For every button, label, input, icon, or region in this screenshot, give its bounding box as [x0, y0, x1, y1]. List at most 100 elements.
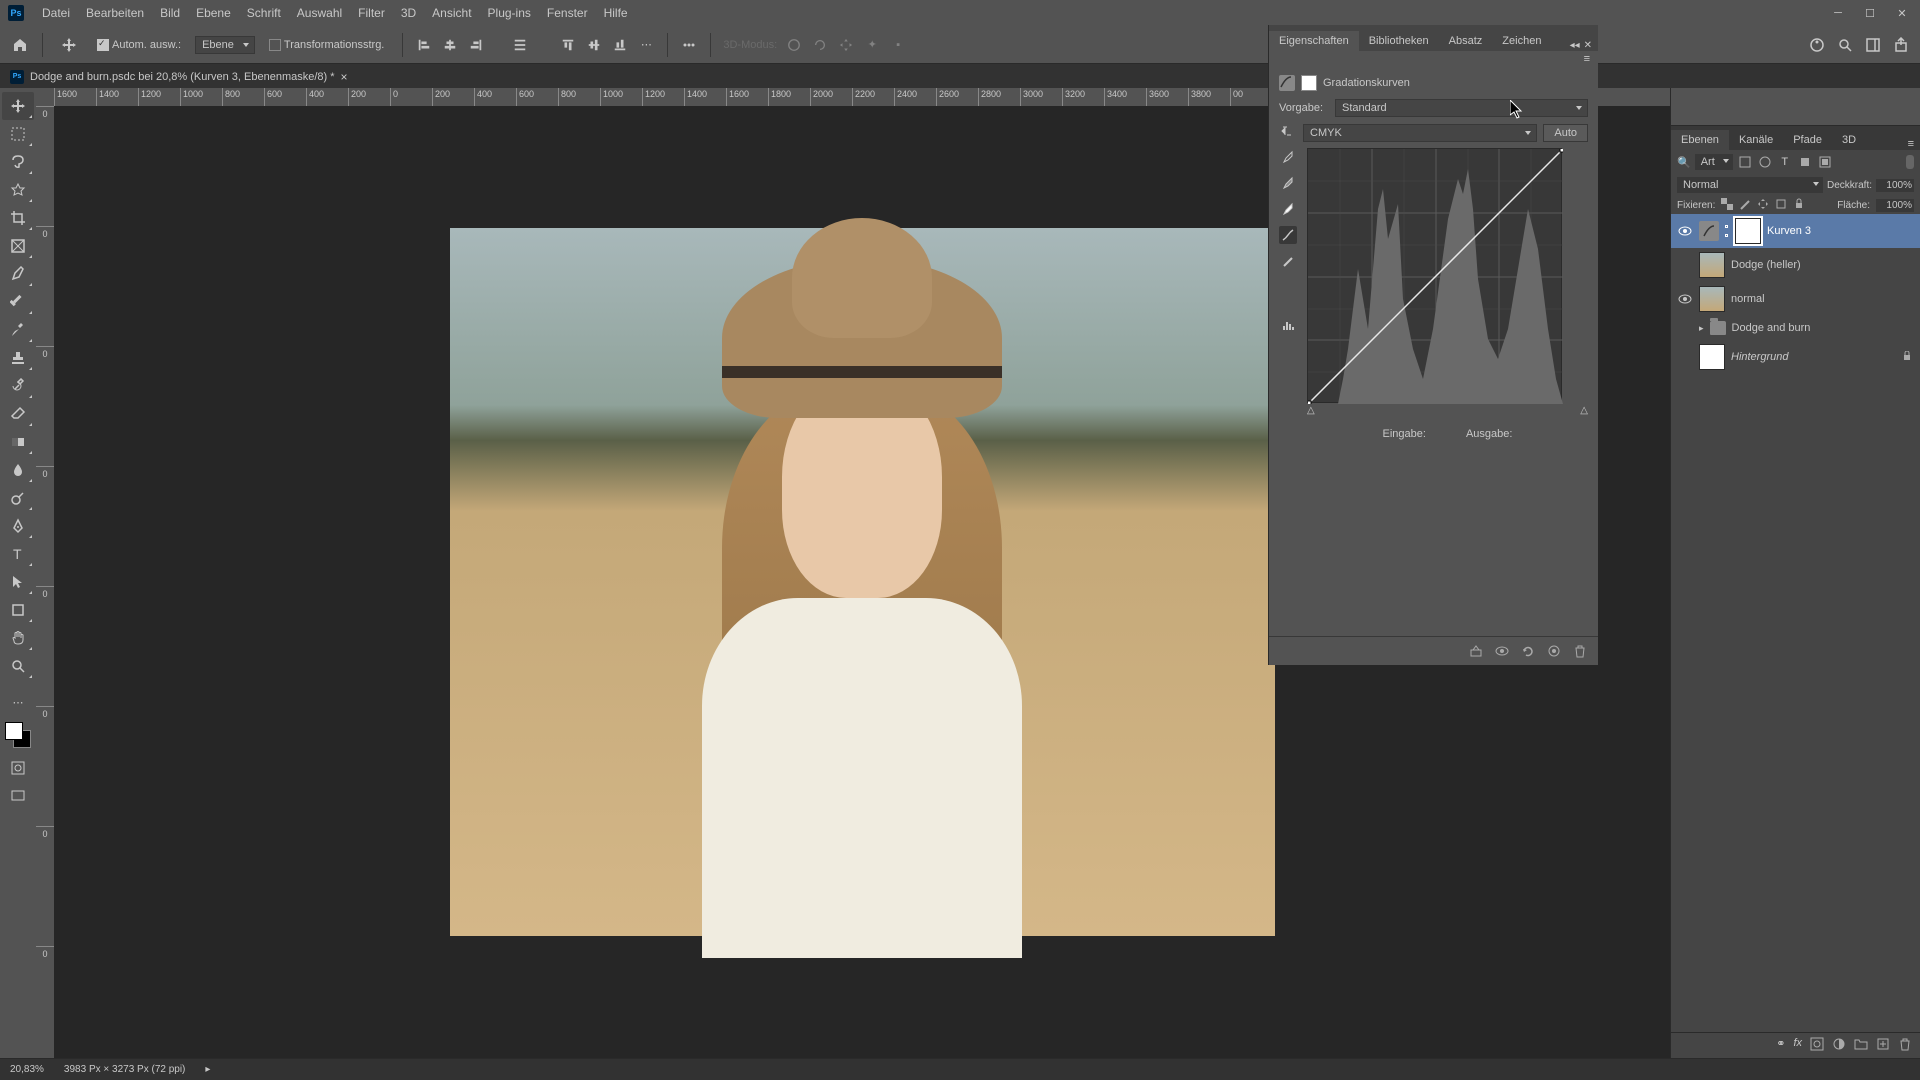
reset-icon[interactable] — [1520, 643, 1536, 659]
type-tool[interactable]: T — [2, 540, 34, 568]
lock-artboard-icon[interactable] — [1775, 198, 1789, 212]
delete-adjustment-icon[interactable] — [1572, 643, 1588, 659]
ruler-vertical[interactable]: 00000000 — [36, 106, 54, 1058]
crop-tool[interactable] — [2, 204, 34, 232]
menu-datei[interactable]: Datei — [34, 6, 78, 20]
3d-scale-icon[interactable]: ▪ — [889, 36, 907, 54]
blend-mode-dropdown[interactable]: Normal — [1677, 177, 1823, 193]
layer-thumb[interactable] — [1699, 344, 1725, 370]
menu-plugins[interactable]: Plug-ins — [480, 6, 539, 20]
menu-ebene[interactable]: Ebene — [188, 6, 239, 20]
adjustment-layer-icon[interactable] — [1832, 1037, 1846, 1054]
share-icon[interactable] — [1892, 36, 1910, 54]
tab-absatz[interactable]: Absatz — [1439, 31, 1493, 51]
panel-menu-icon[interactable]: ≡ — [1902, 138, 1920, 150]
layer-thumb[interactable] — [1699, 252, 1725, 278]
auto-button[interactable]: Auto — [1543, 124, 1588, 142]
quick-mask-toggle[interactable] — [2, 754, 34, 782]
cloud-docs-icon[interactable] — [1808, 36, 1826, 54]
layer-fx-icon[interactable]: fx — [1793, 1037, 1802, 1054]
tab-3d[interactable]: 3D — [1832, 130, 1866, 150]
lock-all-icon[interactable] — [1793, 198, 1807, 212]
frame-tool[interactable] — [2, 232, 34, 260]
3d-slide-icon[interactable]: ✦ — [863, 36, 881, 54]
move-tool[interactable] — [2, 92, 34, 120]
auto-select-target-dropdown[interactable]: Ebene — [195, 36, 255, 54]
menu-fenster[interactable]: Fenster — [539, 6, 596, 20]
tab-eigenschaften[interactable]: Eigenschaften — [1269, 31, 1359, 51]
tab-bibliotheken[interactable]: Bibliotheken — [1359, 31, 1439, 51]
menu-bearbeiten[interactable]: Bearbeiten — [78, 6, 152, 20]
clip-to-layer-icon[interactable] — [1468, 643, 1484, 659]
curve-draw-tool-icon[interactable] — [1279, 252, 1297, 270]
visibility-toggle[interactable] — [1677, 257, 1693, 273]
eyedropper-white-icon[interactable] — [1279, 200, 1297, 218]
eyedropper-gray-icon[interactable] — [1279, 174, 1297, 192]
home-button[interactable] — [10, 35, 30, 55]
visibility-toggle[interactable] — [1677, 223, 1693, 239]
filter-shape-icon[interactable] — [1797, 154, 1813, 170]
menu-3d[interactable]: 3D — [393, 6, 424, 20]
menu-hilfe[interactable]: Hilfe — [596, 6, 636, 20]
zoom-tool[interactable] — [2, 652, 34, 680]
visibility-toggle[interactable] — [1677, 349, 1693, 365]
menu-filter[interactable]: Filter — [350, 6, 393, 20]
align-right-icon[interactable] — [467, 36, 485, 54]
align-top-icon[interactable] — [559, 36, 577, 54]
target-adjust-icon[interactable] — [1279, 123, 1297, 142]
tab-ebenen[interactable]: Ebenen — [1671, 130, 1729, 150]
marquee-tool[interactable] — [2, 120, 34, 148]
brush-tool[interactable] — [2, 316, 34, 344]
lasso-tool[interactable] — [2, 148, 34, 176]
layer-group-dodge-and-burn[interactable]: ▸ Dodge and burn — [1671, 316, 1920, 340]
channel-dropdown[interactable]: CMYK — [1303, 124, 1537, 142]
window-minimize[interactable]: ─ — [1828, 5, 1848, 21]
menu-bild[interactable]: Bild — [152, 6, 188, 20]
move-tool-icon[interactable] — [55, 35, 83, 55]
white-point-slider[interactable]: △ — [1580, 405, 1588, 416]
layer-filter-kind-dropdown[interactable]: Art — [1695, 154, 1733, 170]
edit-toolbar[interactable]: ⋯ — [2, 688, 34, 716]
fill-input[interactable] — [1876, 199, 1914, 212]
menu-ansicht[interactable]: Ansicht — [424, 6, 479, 20]
workspace-switcher-icon[interactable] — [1864, 36, 1882, 54]
previous-state-icon[interactable] — [1546, 643, 1562, 659]
status-flyout-icon[interactable]: ▸ — [205, 1064, 210, 1075]
delete-layer-icon[interactable] — [1898, 1037, 1912, 1054]
stamp-tool[interactable] — [2, 344, 34, 372]
transform-controls-checkbox[interactable]: Transformationsstrg. — [263, 37, 390, 53]
filter-smart-icon[interactable] — [1817, 154, 1833, 170]
eraser-tool[interactable] — [2, 400, 34, 428]
collapse-icon[interactable]: ◂◂ — [1570, 40, 1580, 51]
layer-thumb[interactable] — [1699, 286, 1725, 312]
align-bottom-icon[interactable] — [611, 36, 629, 54]
window-maximize[interactable]: ☐ — [1860, 5, 1880, 21]
quick-select-tool[interactable] — [2, 176, 34, 204]
blur-tool[interactable] — [2, 456, 34, 484]
panel-menu-icon[interactable]: ≡ — [1584, 53, 1590, 65]
eyedropper-tool[interactable] — [2, 260, 34, 288]
new-layer-icon[interactable] — [1876, 1037, 1890, 1054]
3d-roll-icon[interactable] — [811, 36, 829, 54]
link-layers-icon[interactable]: ⚭ — [1776, 1037, 1785, 1054]
search-icon[interactable] — [1836, 36, 1854, 54]
close-icon[interactable]: × — [341, 70, 348, 84]
preset-dropdown[interactable]: Standard — [1335, 99, 1588, 117]
align-vcenter-icon[interactable] — [585, 36, 603, 54]
hand-tool[interactable] — [2, 624, 34, 652]
new-group-icon[interactable] — [1854, 1037, 1868, 1054]
histogram-toggle-icon[interactable] — [1279, 316, 1297, 334]
add-mask-icon[interactable] — [1810, 1037, 1824, 1054]
healing-tool[interactable] — [2, 288, 34, 316]
lock-position-icon[interactable] — [1757, 198, 1771, 212]
filter-toggle[interactable] — [1906, 155, 1914, 169]
chevron-right-icon[interactable]: ▸ — [1699, 323, 1704, 334]
color-swatch[interactable] — [5, 722, 31, 748]
history-brush-tool[interactable] — [2, 372, 34, 400]
layer-normal[interactable]: normal — [1671, 282, 1920, 316]
pen-tool[interactable] — [2, 512, 34, 540]
menu-auswahl[interactable]: Auswahl — [289, 6, 350, 20]
filter-type-icon[interactable]: T — [1777, 154, 1793, 170]
distribute-icon[interactable] — [511, 36, 529, 54]
window-close[interactable]: ✕ — [1892, 5, 1912, 21]
